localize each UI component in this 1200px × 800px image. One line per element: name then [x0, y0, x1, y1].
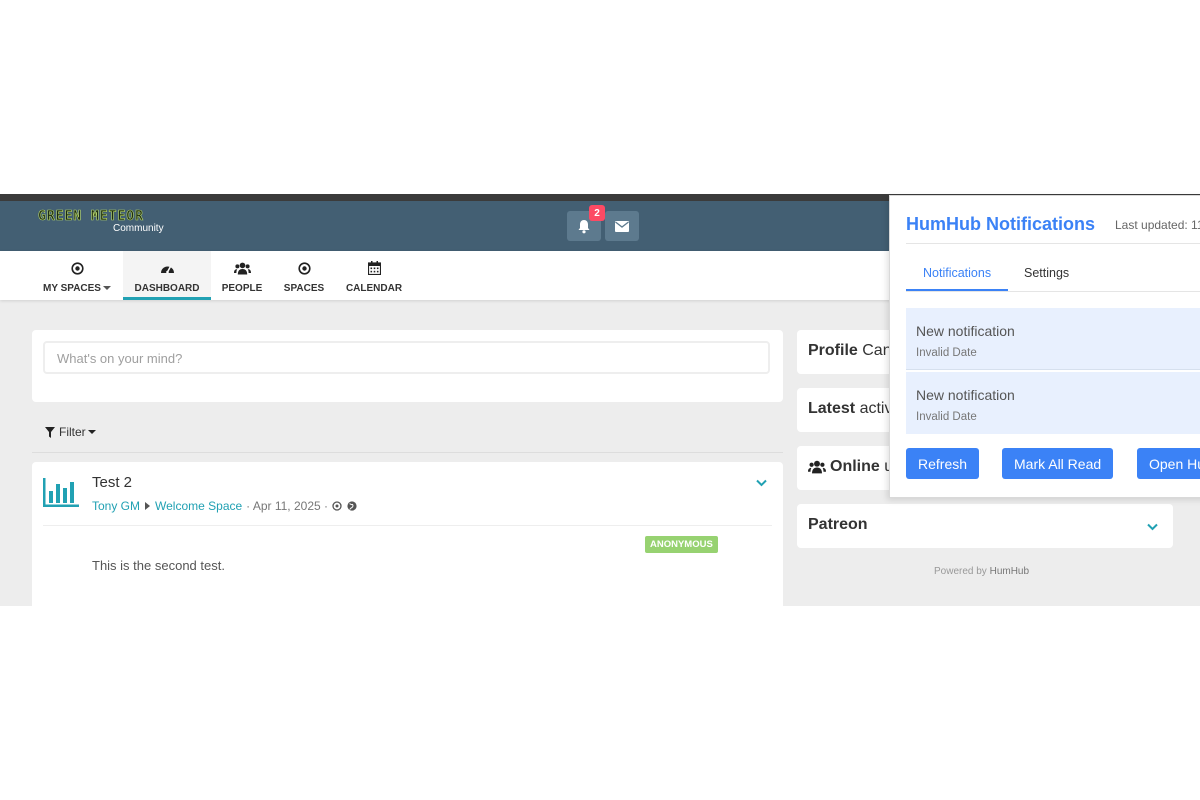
nav-people-label: PEOPLE	[221, 283, 263, 294]
notification-item[interactable]: New notification Invalid Date	[906, 372, 1200, 434]
chevron-down-icon[interactable]	[756, 479, 767, 487]
post-space-link[interactable]: Welcome Space	[155, 499, 242, 513]
divider	[906, 243, 1200, 244]
nav-spaces-label: SPACES	[283, 283, 325, 294]
logo-title: GREEN METEOR	[38, 209, 144, 225]
profile-panel-title: Profile Can	[808, 342, 892, 359]
open-humhub-button[interactable]: Open Hu	[1137, 448, 1200, 479]
logo-subtitle: Community	[113, 223, 164, 234]
filter-icon	[45, 426, 55, 438]
mark-all-read-button[interactable]: Mark All Read	[1002, 448, 1114, 479]
caret-down-icon	[102, 286, 111, 291]
last-updated: Last updated: 11	[1115, 218, 1200, 232]
notification-title: New notification	[916, 387, 1015, 403]
notification-item[interactable]: New notification Invalid Date	[906, 308, 1200, 370]
poll-chart-icon	[43, 478, 79, 507]
nav-calendar[interactable]: CALENDAR	[344, 251, 404, 300]
post-meta: Tony GM Welcome Space · Apr 11, 2025 ·	[92, 499, 357, 513]
post-author-link[interactable]: Tony GM	[92, 499, 140, 513]
divider	[32, 452, 783, 453]
nav-dashboard-label: DASHBOARD	[134, 283, 200, 294]
notification-date: Invalid Date	[916, 347, 977, 359]
dot-circle-icon	[70, 261, 84, 275]
nav-people[interactable]: PEOPLE	[218, 251, 266, 300]
post-title[interactable]: Test 2	[92, 474, 132, 491]
dot-circle-icon	[297, 261, 311, 275]
visibility-icon	[332, 501, 342, 511]
humhub-link[interactable]: HumHub	[990, 566, 1029, 577]
divider	[906, 291, 1200, 292]
refresh-button[interactable]: Refresh	[906, 448, 980, 479]
wall-entry: Test 2 Tony GM Welcome Space · Apr 11, 2…	[32, 462, 783, 606]
tab-notifications[interactable]: Notifications	[923, 266, 991, 280]
dashboard-icon	[160, 266, 174, 274]
users-icon	[233, 262, 251, 274]
tab-settings[interactable]: Settings	[1024, 266, 1069, 280]
latest-panel-title: Latest activ	[808, 400, 893, 417]
filter-label: Filter	[59, 425, 86, 439]
filter-dropdown[interactable]: Filter	[45, 425, 96, 439]
post-composer-input[interactable]: What's on your mind?	[43, 341, 770, 374]
nav-my-spaces-label: MY SPACES	[43, 283, 101, 294]
messages-button[interactable]	[605, 211, 639, 241]
envelope-icon	[615, 220, 629, 232]
anonymous-badge: ANONYMOUS	[645, 536, 718, 553]
powered-by: Powered by HumHub	[934, 566, 1030, 577]
nav-my-spaces[interactable]: MY SPACES	[38, 251, 116, 300]
popup-title: HumHub Notifications	[906, 214, 1095, 234]
globe-icon	[347, 501, 357, 511]
chevron-down-icon[interactable]	[1147, 523, 1158, 531]
notifications-popup: HumHub Notifications Last updated: 11 No…	[889, 195, 1200, 498]
nav-spaces[interactable]: SPACES	[282, 251, 326, 300]
nav-dashboard[interactable]: DASHBOARD	[123, 251, 211, 300]
post-composer: What's on your mind?	[32, 330, 783, 402]
notifications-button[interactable]: 2	[567, 205, 605, 241]
caret-right-icon	[145, 502, 151, 510]
nav-calendar-label: CALENDAR	[345, 283, 403, 294]
logo[interactable]: GREEN METEOR Community	[38, 209, 178, 239]
bell-icon	[578, 219, 590, 233]
post-date: · Apr 11, 2025 ·	[246, 499, 328, 513]
notification-count-badge: 2	[589, 205, 605, 221]
users-icon	[808, 460, 826, 474]
notification-date: Invalid Date	[916, 411, 977, 423]
online-panel-title: Online u	[808, 458, 893, 476]
notification-title: New notification	[916, 323, 1015, 339]
patreon-panel: Patreon	[797, 504, 1173, 548]
post-body: This is the second test.	[92, 558, 225, 573]
calendar-icon	[367, 261, 381, 275]
patreon-panel-title: Patreon	[808, 516, 868, 533]
caret-down-icon	[87, 430, 96, 434]
divider	[43, 525, 772, 526]
